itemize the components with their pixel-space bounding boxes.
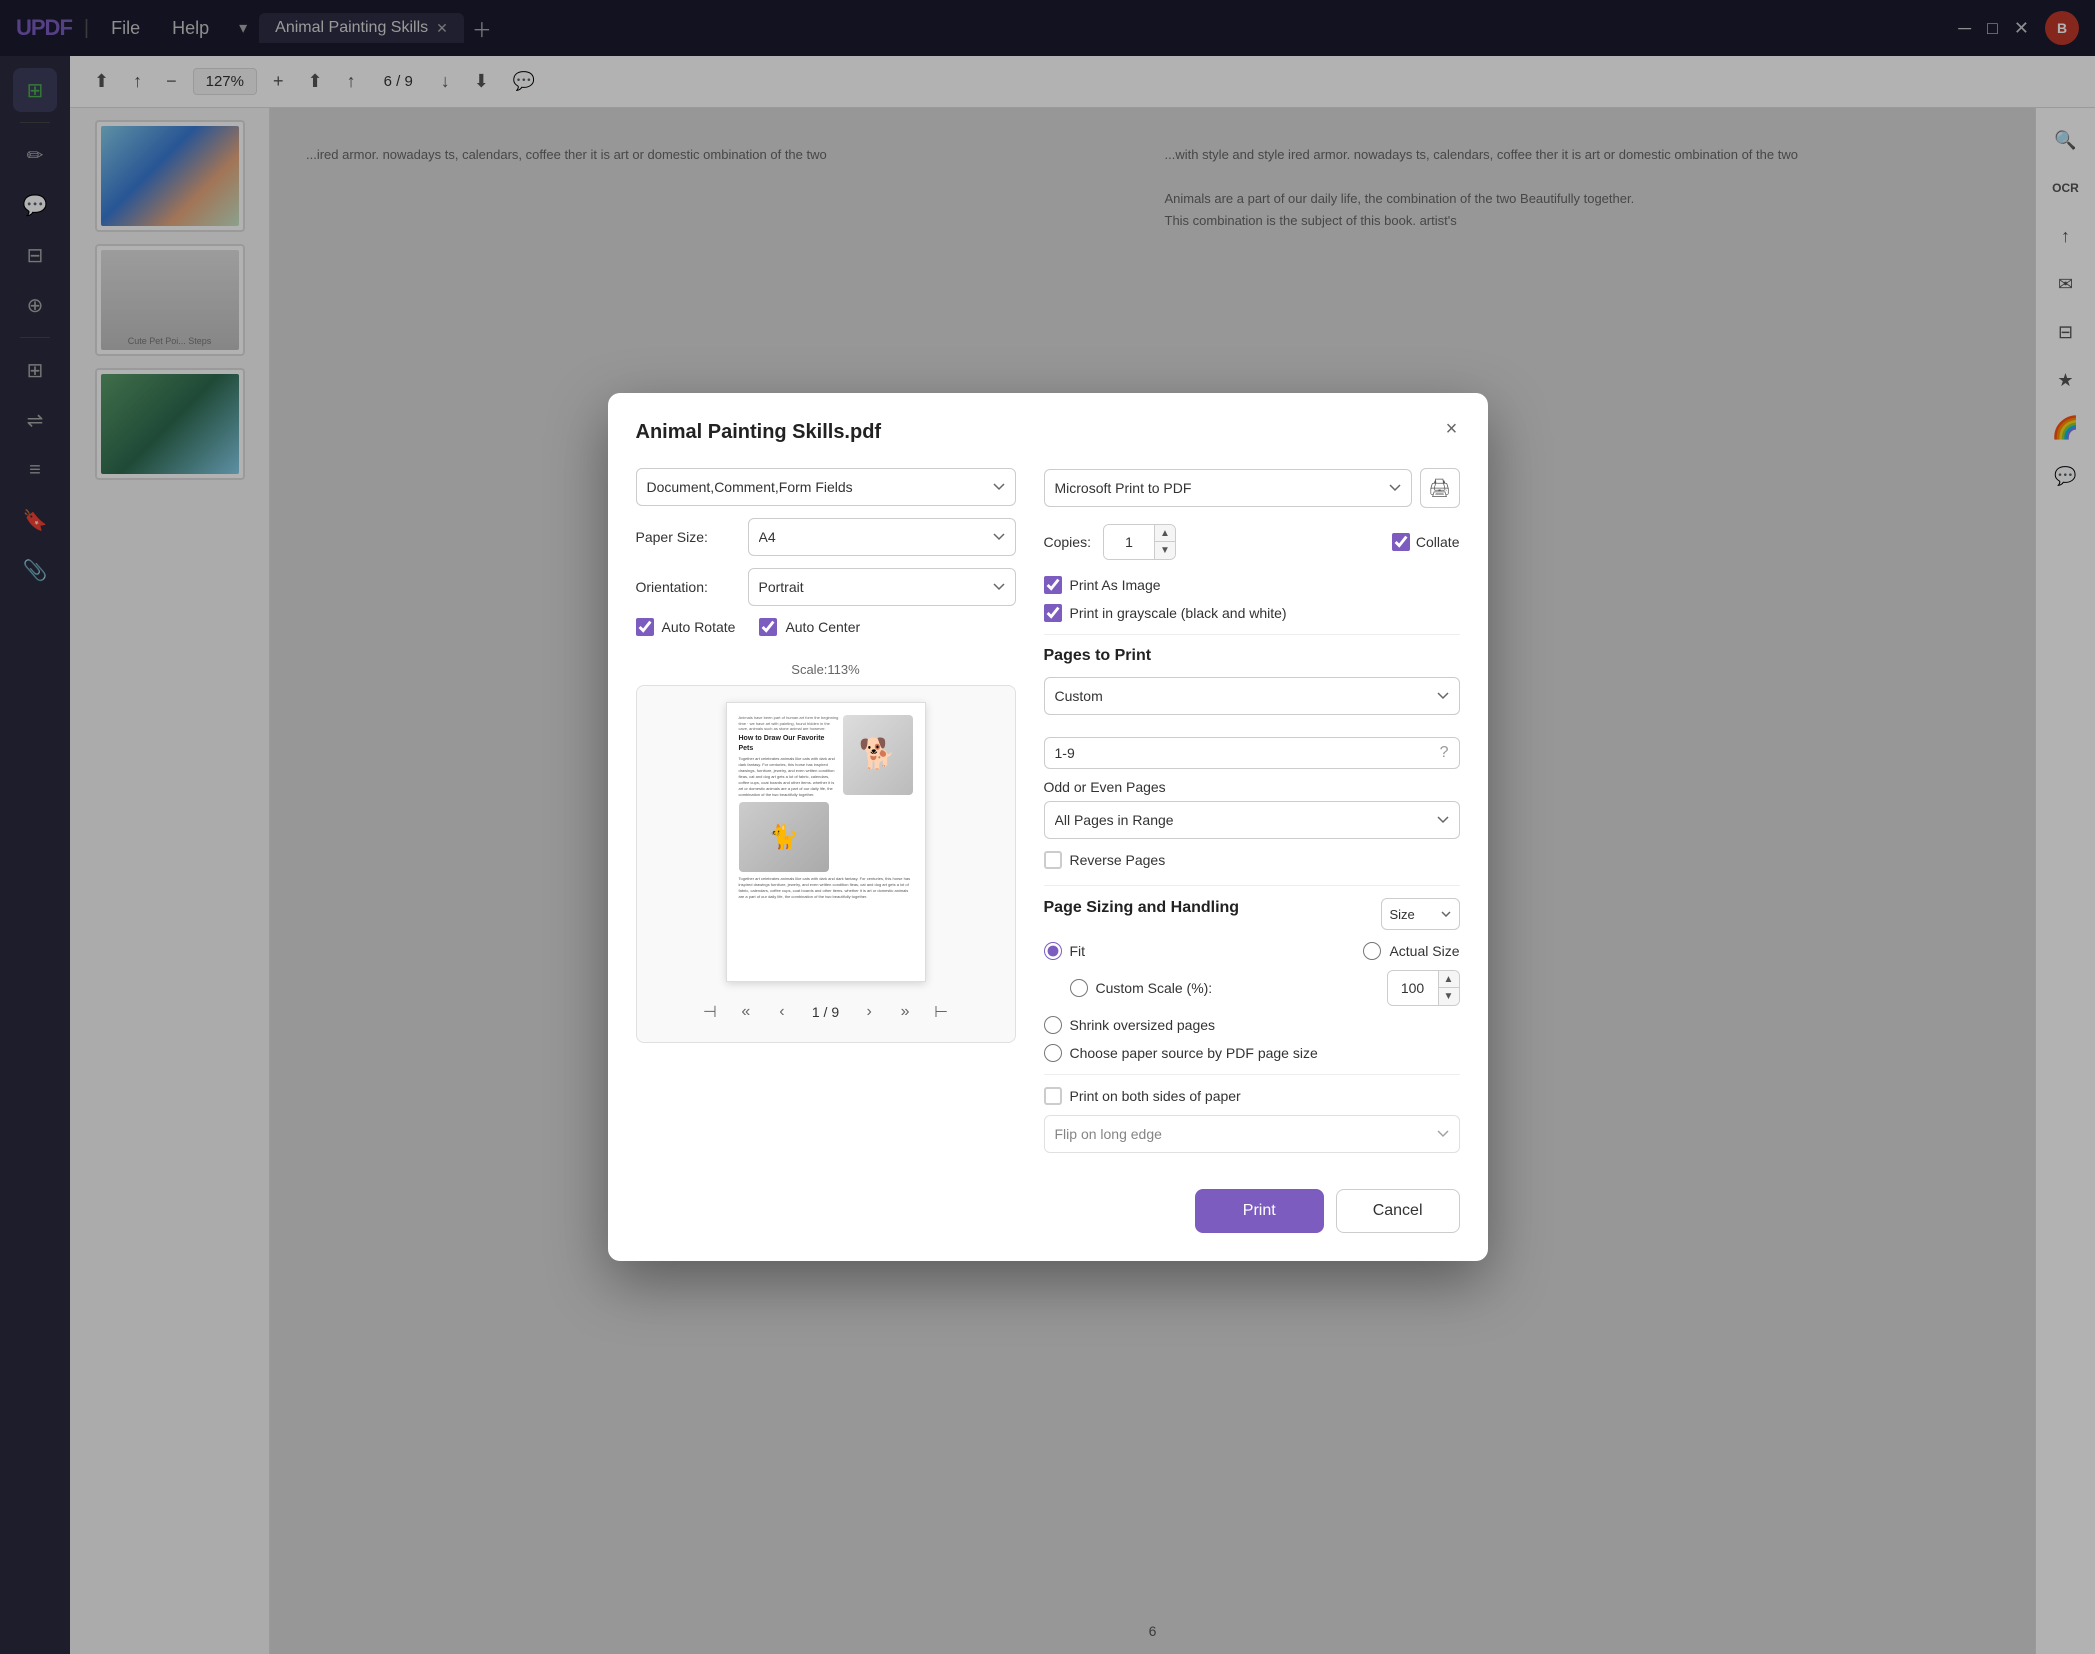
- modal-overlay: Animal Painting Skills.pdf × Document,Co…: [0, 0, 2095, 1654]
- page-sizing-header: Page Sizing and Handling Size Tile Multi…: [1044, 898, 1460, 930]
- fit-label: Fit: [1070, 943, 1086, 959]
- print-button[interactable]: Print: [1195, 1189, 1324, 1233]
- print-grayscale-checkbox[interactable]: [1044, 604, 1062, 622]
- pages-help-icon: ?: [1440, 744, 1449, 762]
- odd-even-label: Odd or Even Pages: [1044, 779, 1460, 795]
- pages-to-print-title: Pages to Print: [1044, 647, 1460, 665]
- paper-source-radio-row: Choose paper source by PDF page size: [1044, 1044, 1460, 1062]
- both-sides-row: Print on both sides of paper: [1044, 1087, 1460, 1105]
- pages-range-input[interactable]: [1055, 745, 1432, 761]
- copies-up-button[interactable]: ▲: [1155, 525, 1175, 542]
- reverse-pages-row: Reverse Pages: [1044, 851, 1460, 869]
- collate-label: Collate: [1416, 534, 1460, 550]
- auto-rotate-checkbox[interactable]: [636, 618, 654, 636]
- preview-pagination: ⊣ « ‹ 1 / 9 › » ⊢: [696, 998, 955, 1026]
- content-select[interactable]: Document,Comment,Form Fields: [636, 468, 1016, 506]
- print-as-image-label: Print As Image: [1070, 577, 1161, 593]
- flip-select[interactable]: Flip on long edge Flip on short edge: [1044, 1115, 1460, 1153]
- scale-input-wrap: ▲ ▼: [1387, 970, 1460, 1006]
- orientation-select[interactable]: Portrait Landscape: [748, 568, 1016, 606]
- reverse-pages-label: Reverse Pages: [1070, 852, 1166, 868]
- pages-input-wrap: ?: [1044, 737, 1460, 769]
- odd-even-select[interactable]: All Pages in Range Odd Pages Only Even P…: [1044, 801, 1460, 839]
- auto-center-label: Auto Center: [785, 619, 860, 635]
- reverse-pages-checkbox[interactable]: [1044, 851, 1062, 869]
- custom-scale-label: Custom Scale (%):: [1096, 980, 1213, 996]
- modal-body: Document,Comment,Form Fields Paper Size:…: [636, 468, 1460, 1233]
- copies-input-wrap: ▲ ▼: [1103, 524, 1176, 560]
- printer-row: Microsoft Print to PDF Adobe PDF OneNote…: [1044, 468, 1460, 508]
- scale-label: Scale:113%: [636, 662, 1016, 677]
- auto-center-row: Auto Center: [759, 618, 860, 636]
- actual-size-label: Actual Size: [1389, 943, 1459, 959]
- paper-size-select[interactable]: A4 Letter Legal: [748, 518, 1016, 556]
- pages-dropdown-wrap: Custom All Current Page: [1044, 677, 1460, 727]
- orientation-label: Orientation:: [636, 579, 736, 595]
- modal-left-panel: Document,Comment,Form Fields Paper Size:…: [636, 468, 1016, 1233]
- orientation-row: Orientation: Portrait Landscape: [636, 568, 1016, 606]
- pag-next-skip-button[interactable]: »: [891, 998, 919, 1026]
- auto-rotate-label: Auto Rotate: [662, 619, 736, 635]
- custom-scale-radio[interactable]: [1070, 979, 1088, 997]
- pag-first-button[interactable]: ⊣: [696, 998, 724, 1026]
- scale-spinners: ▲ ▼: [1438, 971, 1459, 1005]
- pag-display: 1 / 9: [804, 1000, 847, 1024]
- preview-page: 🐕 Animals have been part of human art fo…: [726, 702, 926, 982]
- paper-size-row: Paper Size: A4 Letter Legal: [636, 518, 1016, 556]
- divider-3: [1044, 1074, 1460, 1075]
- size-type-select[interactable]: Size Tile Multiple Booklet: [1381, 898, 1460, 930]
- modal-title: Animal Painting Skills.pdf: [636, 421, 1460, 444]
- shrink-radio-row: Shrink oversized pages: [1044, 1016, 1460, 1034]
- scale-input[interactable]: [1388, 972, 1438, 1004]
- modal-close-button[interactable]: ×: [1436, 413, 1468, 445]
- divider-2: [1044, 885, 1460, 886]
- auto-rotate-row: Auto Rotate: [636, 618, 736, 636]
- pag-next-button[interactable]: ›: [855, 998, 883, 1026]
- printer-select[interactable]: Microsoft Print to PDF Adobe PDF OneNote: [1044, 469, 1412, 507]
- modal-right-panel: Microsoft Print to PDF Adobe PDF OneNote…: [1044, 468, 1460, 1233]
- printer-icon-button[interactable]: 🖨: [1420, 468, 1460, 508]
- pag-prev-button[interactable]: ‹: [768, 998, 796, 1026]
- print-grayscale-row: Print in grayscale (black and white): [1044, 604, 1460, 622]
- copies-input[interactable]: [1104, 525, 1154, 559]
- copies-spinners: ▲ ▼: [1154, 525, 1175, 559]
- paper-source-label: Choose paper source by PDF page size: [1070, 1045, 1318, 1061]
- actual-size-radio[interactable]: [1363, 942, 1381, 960]
- printer-select-wrap: Microsoft Print to PDF Adobe PDF OneNote: [1044, 469, 1412, 507]
- copies-down-button[interactable]: ▼: [1155, 542, 1175, 559]
- modal-footer: Print Cancel: [1044, 1189, 1460, 1233]
- scale-up-button[interactable]: ▲: [1439, 971, 1459, 988]
- page-sizing-title: Page Sizing and Handling: [1044, 899, 1240, 917]
- shrink-label: Shrink oversized pages: [1070, 1017, 1216, 1033]
- print-as-image-checkbox[interactable]: [1044, 576, 1062, 594]
- fit-radio[interactable]: [1044, 942, 1062, 960]
- fit-radio-row: Fit Actual Size: [1044, 942, 1460, 960]
- preview-area: 🐕 Animals have been part of human art fo…: [636, 685, 1016, 1043]
- pages-type-select[interactable]: Custom All Current Page: [1044, 677, 1460, 715]
- preview-content: 🐕 Animals have been part of human art fo…: [727, 703, 925, 912]
- pag-prev-skip-button[interactable]: «: [732, 998, 760, 1026]
- preview-cat-image: 🐈: [739, 802, 829, 872]
- preview-dog-image: 🐕: [843, 715, 913, 795]
- paper-source-radio[interactable]: [1044, 1044, 1062, 1062]
- collate-checkbox[interactable]: [1392, 533, 1410, 551]
- paper-size-label: Paper Size:: [636, 529, 736, 545]
- scale-down-button[interactable]: ▼: [1439, 988, 1459, 1005]
- print-grayscale-label: Print in grayscale (black and white): [1070, 605, 1287, 621]
- copies-row: Copies: ▲ ▼ Collate: [1044, 524, 1460, 560]
- both-sides-checkbox[interactable]: [1044, 1087, 1062, 1105]
- shrink-radio[interactable]: [1044, 1016, 1062, 1034]
- collate-check: Collate: [1392, 533, 1460, 551]
- copies-label: Copies:: [1044, 534, 1091, 550]
- divider-1: [1044, 634, 1460, 635]
- print-as-image-row: Print As Image: [1044, 576, 1460, 594]
- auto-center-checkbox[interactable]: [759, 618, 777, 636]
- cancel-button[interactable]: Cancel: [1336, 1189, 1460, 1233]
- pag-last-button[interactable]: ⊢: [927, 998, 955, 1026]
- custom-scale-row: Custom Scale (%): ▲ ▼: [1044, 970, 1460, 1006]
- both-sides-label: Print on both sides of paper: [1070, 1088, 1241, 1104]
- print-dialog: Animal Painting Skills.pdf × Document,Co…: [608, 393, 1488, 1261]
